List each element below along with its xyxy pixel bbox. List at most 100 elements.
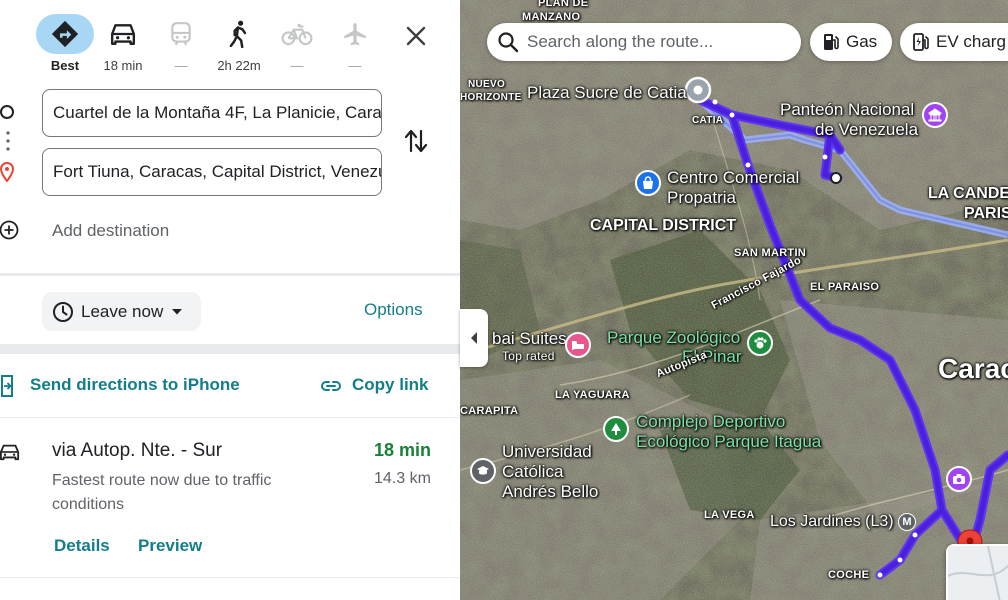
travel-mode-cycling[interactable]: — xyxy=(268,14,326,76)
camera-pin-icon[interactable] xyxy=(946,466,972,492)
search-placeholder: Search along the route... xyxy=(527,32,714,51)
university-pin-icon[interactable] xyxy=(470,458,496,484)
clock-icon xyxy=(53,301,73,322)
leave-now-dropdown[interactable]: Leave now xyxy=(42,292,201,331)
car-icon xyxy=(94,14,152,54)
map-label: LA YAGUARA xyxy=(555,389,630,401)
route-option-card[interactable]: via Autop. Nte. - Sur 18 min Fastest rou… xyxy=(0,418,460,578)
map-label: LA VEGA xyxy=(704,509,755,521)
travel-mode-transit[interactable]: — xyxy=(152,14,210,76)
gas-chip-label: Gas xyxy=(846,32,878,51)
close-directions-button[interactable] xyxy=(400,20,432,52)
details-button[interactable]: Details xyxy=(54,536,110,556)
origin-input[interactable]: Cuartel de la Montaña 4F, La Planicie, C… xyxy=(42,89,382,137)
route-duration: 18 min xyxy=(374,440,432,460)
park-pin-icon[interactable] xyxy=(603,416,629,442)
swap-origin-destination-button[interactable] xyxy=(402,126,430,156)
add-circle-icon[interactable] xyxy=(0,220,20,240)
hotel-pin-icon[interactable] xyxy=(565,332,591,358)
swap-arrows-icon xyxy=(404,129,428,153)
preview-button[interactable]: Preview xyxy=(138,536,202,556)
car-icon xyxy=(0,442,20,462)
map-label: MANZANO xyxy=(522,11,581,23)
layers-minimap-button[interactable] xyxy=(946,544,1008,600)
map-label: EL PARAISO xyxy=(810,281,880,293)
map-label-panteon: de Venezuela xyxy=(815,120,919,139)
map-label: HORIZONTE xyxy=(460,92,522,103)
ev-chip-label: EV charg xyxy=(936,32,1006,51)
destination-input[interactable]: Fort Tiuna, Caracas, Capital District, V… xyxy=(42,148,382,196)
travel-mode-cycling-label: — xyxy=(290,58,304,73)
map-label: bai Suites xyxy=(492,329,567,348)
maps-directions-screen: Best 18 min — 2h 22m — — Cuartel de la M… xyxy=(0,0,1008,600)
map-label: CARAPITA xyxy=(460,405,519,417)
map-label-panteon: Panteón Nacional xyxy=(780,100,915,119)
map-label-caracas: Carac xyxy=(938,353,1008,384)
map-label-complejo: Complejo Deportivo xyxy=(636,412,786,431)
map-label-plaza-sucre: Plaza Sucre de Catia xyxy=(527,83,687,102)
map-label: PLAN DE xyxy=(538,0,589,9)
airplane-icon xyxy=(326,14,384,54)
travel-mode-driving-label: 18 min xyxy=(103,58,143,73)
map-label: COCHE xyxy=(828,569,870,581)
landmark-pin-icon[interactable] xyxy=(922,102,948,128)
map-layer-thumbnail-icon xyxy=(948,546,1008,600)
copy-link-button[interactable]: Copy link xyxy=(352,375,429,395)
map-label-centro: Propatria xyxy=(667,188,736,207)
zoo-pin-icon[interactable] xyxy=(747,330,773,356)
travel-mode-walking-label: 2h 22m xyxy=(217,58,261,73)
travel-mode-best[interactable]: Best xyxy=(36,14,94,76)
collapse-panel-button[interactable] xyxy=(460,309,488,367)
map-label-university: Universidad xyxy=(502,442,592,461)
send-directions-link[interactable]: Send directions to iPhone xyxy=(30,375,240,395)
search-along-route-input[interactable]: Search along the route... xyxy=(487,23,801,61)
travel-mode-flights[interactable]: — xyxy=(326,14,384,76)
close-icon xyxy=(406,26,426,46)
map-label: LA CANDE xyxy=(928,185,1008,202)
map-label: NUEVO xyxy=(468,79,506,90)
map-label: PARIS xyxy=(964,205,1008,222)
map-label: CATIA xyxy=(692,115,724,126)
destination-pin-icon xyxy=(0,161,16,183)
travel-mode-flights-label: — xyxy=(348,58,362,73)
gas-station-icon xyxy=(824,34,839,50)
send-to-phone-icon xyxy=(0,375,18,397)
map-label-complejo: Ecológico Parque Itagua xyxy=(636,432,822,451)
divider xyxy=(0,577,460,578)
link-icon xyxy=(320,377,342,395)
gas-filter-chip[interactable]: Gas xyxy=(810,23,892,61)
map-label-zoo: Parque Zoológico xyxy=(607,328,741,347)
origin-dot-icon xyxy=(0,104,16,120)
directions-panel: Best 18 min — 2h 22m — — Cuartel de la M… xyxy=(0,0,460,600)
map-label-centro: Centro Comercial xyxy=(667,168,800,187)
travel-mode-driving[interactable]: 18 min xyxy=(94,14,152,76)
leave-now-label: Leave now xyxy=(81,301,164,321)
walking-icon xyxy=(210,14,268,54)
route-title: via Autop. Nte. - Sur xyxy=(52,440,223,461)
travel-mode-best-label: Best xyxy=(50,58,80,73)
shopping-pin-icon[interactable] xyxy=(635,170,661,196)
satellite-map[interactable]: PLAN DE MANZANO NUEVO HORIZONTE Plaza Su… xyxy=(460,0,1008,600)
route-distance: 14.3 km xyxy=(374,470,431,487)
directions-diamond-icon xyxy=(36,14,94,54)
map-label: Top rated xyxy=(502,349,555,363)
caret-left-icon xyxy=(471,332,477,344)
route-description: Fastest route now due to traffic conditi… xyxy=(52,472,272,513)
travel-mode-walking[interactable]: 2h 22m xyxy=(210,14,268,76)
ev-charger-icon xyxy=(913,33,929,51)
options-button[interactable]: Options xyxy=(364,300,423,320)
map-label-university: Católica xyxy=(502,462,564,481)
ev-charging-filter-chip[interactable]: EV charg xyxy=(900,23,1008,61)
map-label-university: Andrés Bello xyxy=(502,482,599,501)
train-icon xyxy=(152,14,210,54)
divider xyxy=(0,273,460,276)
search-icon xyxy=(498,32,519,53)
bicycle-icon xyxy=(268,14,326,54)
map-label-capital-district: CAPITAL DISTRICT xyxy=(590,217,737,234)
add-destination-button[interactable]: Add destination xyxy=(52,221,169,241)
connector-dots-icon xyxy=(4,130,12,152)
metro-icon[interactable]: M xyxy=(898,513,916,531)
caret-down-icon xyxy=(172,308,183,314)
travel-mode-bar: Best 18 min — 2h 22m — — xyxy=(36,14,384,76)
travel-mode-transit-label: — xyxy=(174,58,188,73)
